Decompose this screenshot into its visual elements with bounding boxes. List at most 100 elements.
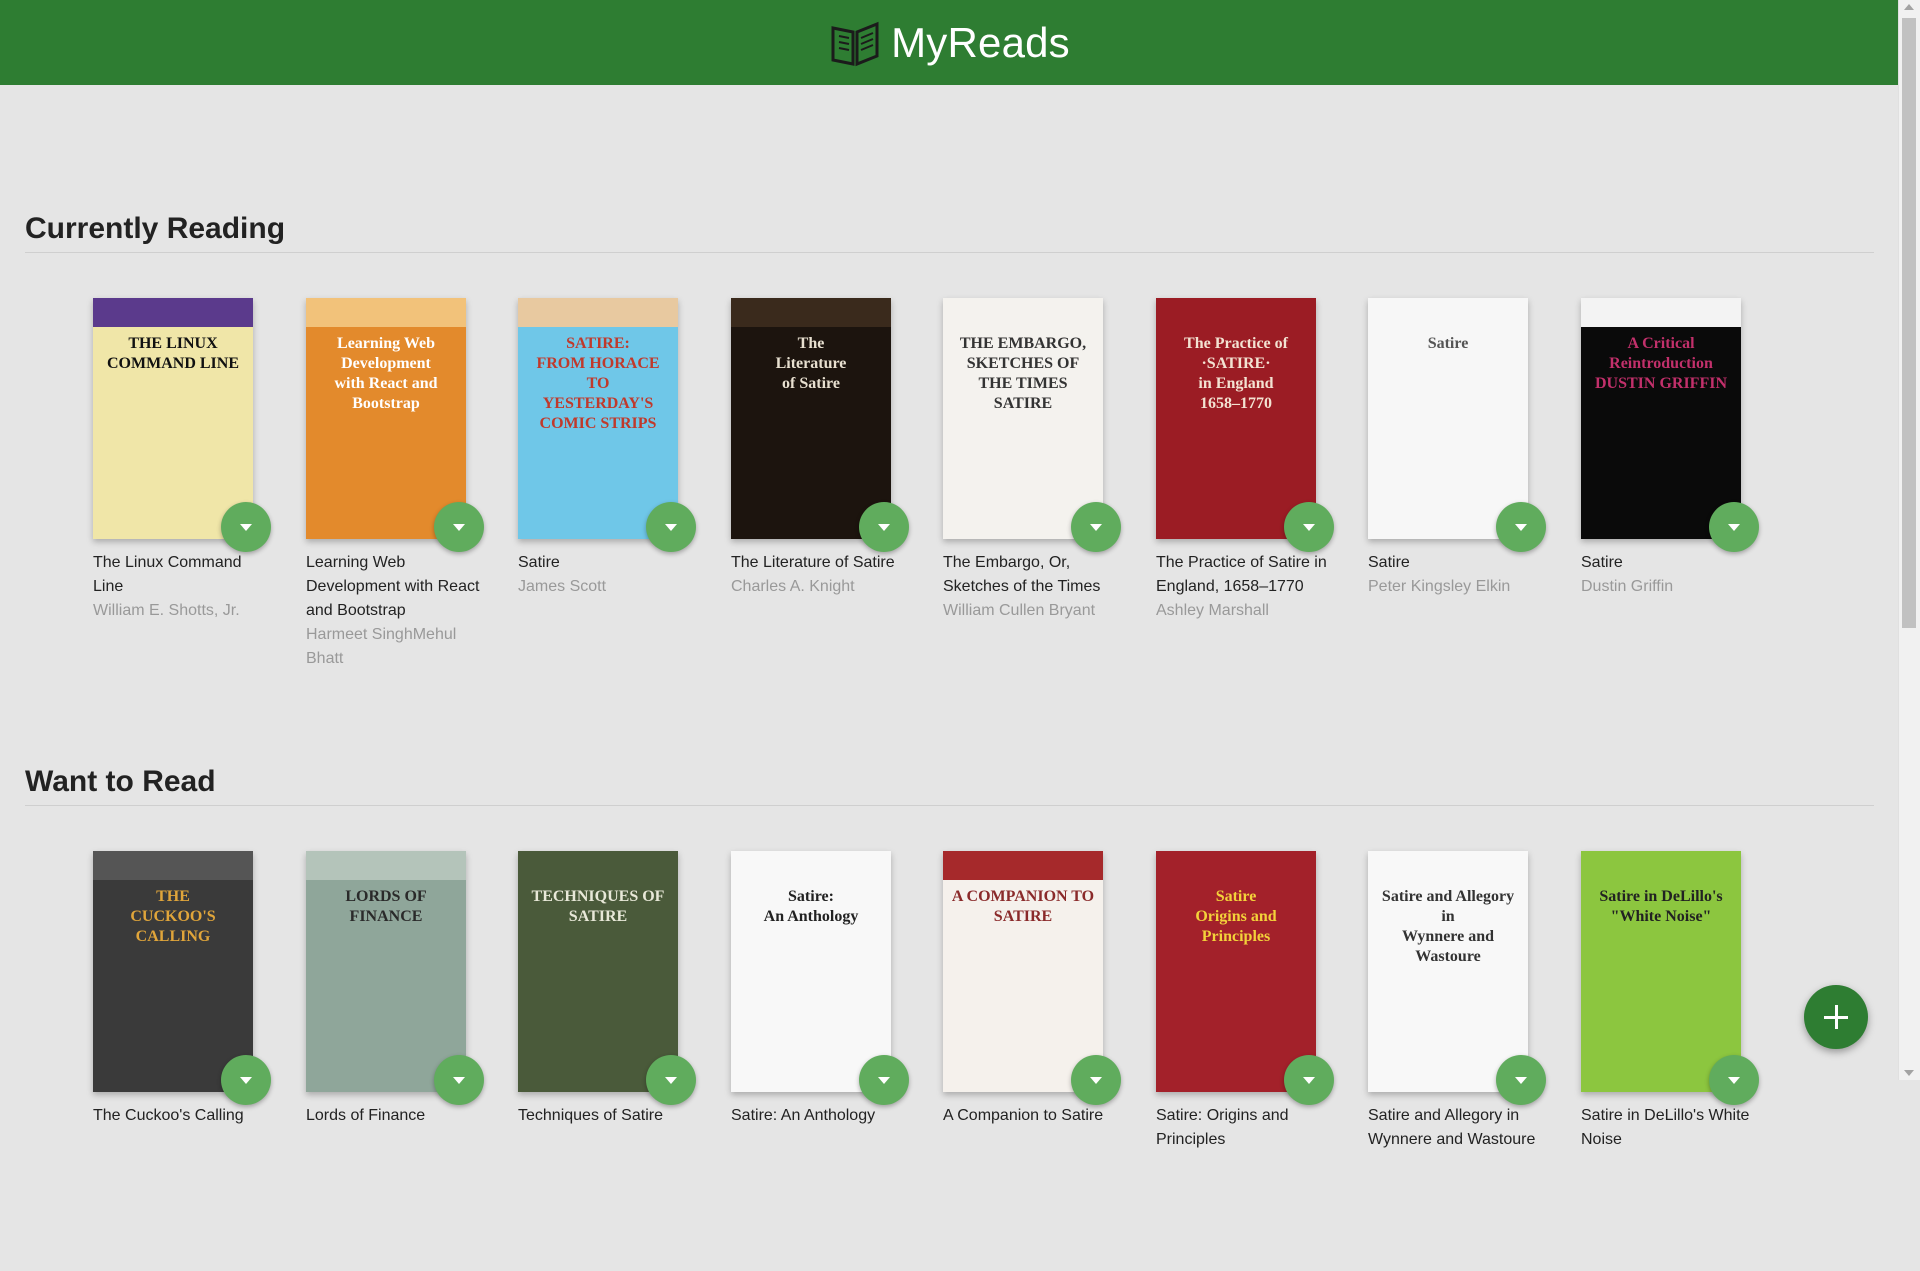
cover-text-line: SATIRE xyxy=(568,908,628,925)
book-title: Satire in DeLillo's White Noise xyxy=(1581,1107,1750,1148)
cover-text-line: TECHNIQUES OF xyxy=(531,888,665,905)
book-cover[interactable]: Satire Origins and Principles xyxy=(1156,851,1316,1092)
cover-text-line: ·SATIRE· xyxy=(1201,355,1271,372)
cover-text-line: Reintroduction xyxy=(1609,355,1713,372)
shelf-changer-button[interactable] xyxy=(1496,1055,1546,1105)
cover-title-text: Satire xyxy=(1368,334,1528,354)
cover-title-text: The Literature of Satire xyxy=(731,334,891,394)
book-cover[interactable]: Satire xyxy=(1368,298,1528,539)
cover-text-line: COMMAND LINE xyxy=(107,355,239,372)
cover-title-text: TECHNIQUES OF SATIRE xyxy=(518,887,678,927)
cover-title-text: Satire in DeLillo's "White Noise" xyxy=(1581,887,1741,927)
book-cover[interactable]: The Practice of ·SATIRE· in England 1658–17… xyxy=(1156,298,1316,539)
book-card: LORDS OF FINANCE Lords of Finance xyxy=(306,851,496,1128)
scrollbar-thumb[interactable] xyxy=(1902,18,1916,628)
cover-text-line: SKETCHES OF THE TIMES xyxy=(966,355,1080,392)
cover-text-line: Literature xyxy=(775,355,847,372)
cover-text-line: The xyxy=(797,335,825,352)
shelf-changer-button[interactable] xyxy=(221,502,271,552)
cover-text-line: FROM HORACE TO xyxy=(536,355,660,392)
book-card: Satire in DeLillo's "White Noise" Satire … xyxy=(1581,851,1771,1152)
book-card: Satire Origins and Principles Satire: Orig… xyxy=(1156,851,1346,1152)
shelf-changer-button[interactable] xyxy=(646,502,696,552)
book-card: Satire and Allegory in Wynnere and Wastou… xyxy=(1368,851,1558,1152)
cover-text-line: THE LINUX xyxy=(128,335,218,352)
cover-title-text: Satire Origins and Principles xyxy=(1156,887,1316,947)
book-card: SATIRE: FROM HORACE TO YESTERDAY'S COMIC ST… xyxy=(518,298,708,599)
cover-text-line: Satire: xyxy=(788,888,834,905)
cover-text-line: A COMPANION TO xyxy=(951,888,1095,905)
book-cover[interactable]: The Literature of Satire xyxy=(731,298,891,539)
book-card: Satire: An Anthology Satire: An Anthology xyxy=(731,851,921,1128)
book-cover[interactable]: Learning Web Development with React and B… xyxy=(306,298,466,539)
book-title: A Companion to Satire xyxy=(943,1107,1104,1124)
book-cover[interactable]: Satire: An Anthology xyxy=(731,851,891,1092)
app-title: MyReads xyxy=(891,19,1070,66)
book-cover[interactable]: THE EMBARGO, SKETCHES OF THE TIMES SATIRE xyxy=(943,298,1103,539)
app-header: MyReads xyxy=(0,0,1899,85)
cover-text-line: 1658–1770 xyxy=(1200,395,1272,412)
book-cover[interactable]: SATIRE: FROM HORACE TO YESTERDAY'S COMIC ST… xyxy=(518,298,678,539)
shelf-changer-button[interactable] xyxy=(1709,1055,1759,1105)
cover-title-text: SATIRE: FROM HORACE TO YESTERDAY'S COMIC ST… xyxy=(518,334,678,434)
cover-title-text: THE CUCKOO'S CALLING xyxy=(93,887,253,947)
cover-title-text: THE LINUX COMMAND LINE xyxy=(93,334,253,374)
cover-text-line: Satire xyxy=(1427,335,1469,352)
book-card: THE CUCKOO'S CALLING The Cuckoo's Calling xyxy=(93,851,283,1128)
book-grid: THE LINUX COMMAND LINE The Linux Command L… xyxy=(25,298,1874,718)
book-title: Satire and Allegory in Wynnere and Wasto… xyxy=(1368,1107,1536,1148)
book-card: THE EMBARGO, SKETCHES OF THE TIMES SATIRE T… xyxy=(943,298,1133,623)
book-authors: Dustin Griffin xyxy=(1581,578,1674,595)
cover-text-line: SATIRE xyxy=(993,395,1053,412)
book-cover[interactable]: THE CUCKOO'S CALLING xyxy=(93,851,253,1092)
shelf-changer-button[interactable] xyxy=(859,1055,909,1105)
book-cover[interactable]: THE LINUX COMMAND LINE xyxy=(93,298,253,539)
shelf-changer-button[interactable] xyxy=(859,502,909,552)
book-cover[interactable]: A COMPANION TO SATIRE xyxy=(943,851,1103,1092)
cover-text-line: THE xyxy=(156,888,190,905)
shelf-changer-button[interactable] xyxy=(1284,1055,1334,1105)
book-cover[interactable]: A Critical Reintroduction DUSTIN GRIFFIN xyxy=(1581,298,1741,539)
shelf-changer-button[interactable] xyxy=(646,1055,696,1105)
shelf-changer-button[interactable] xyxy=(1071,502,1121,552)
book-card: Satire Satire Peter Kingsley Elkin xyxy=(1368,298,1558,599)
shelf-changer-button[interactable] xyxy=(434,502,484,552)
cover-text-line: Learning Web Development xyxy=(337,335,435,372)
cover-title-text: Learning Web Development with React and B… xyxy=(306,334,466,414)
book-cover[interactable]: LORDS OF FINANCE xyxy=(306,851,466,1092)
cover-title-text: The Practice of ·SATIRE· in England 1658–17… xyxy=(1156,334,1316,414)
book-authors: Harmeet SinghMehul Bhatt xyxy=(306,626,457,667)
book-card: The Practice of ·SATIRE· in England 1658–17… xyxy=(1156,298,1346,623)
cover-text-line: CUCKOO'S xyxy=(130,908,216,925)
cover-text-line: Satire and Allegory in xyxy=(1381,888,1515,925)
book-cover[interactable]: Satire and Allegory in Wynnere and Wastou… xyxy=(1368,851,1528,1092)
cover-text-line: Satire in DeLillo's "White Noise" xyxy=(1599,888,1723,925)
cover-text-line: A Critical xyxy=(1627,335,1695,352)
shelf-want-to-read: Want to Read THE CUCKOO'S CALLING The Cucko… xyxy=(25,765,1874,1271)
add-book-button[interactable] xyxy=(1804,985,1868,1049)
shelf-changer-button[interactable] xyxy=(221,1055,271,1105)
shelf-changer-button[interactable] xyxy=(434,1055,484,1105)
book-title: The Practice of Satire in England, 1658–… xyxy=(1156,554,1327,595)
book-cover[interactable]: TECHNIQUES OF SATIRE xyxy=(518,851,678,1092)
cover-text-line: SATIRE: xyxy=(566,335,630,352)
book-title: Lords of Finance xyxy=(306,1107,426,1124)
book-title: Techniques of Satire xyxy=(518,1107,663,1124)
book-authors: James Scott xyxy=(518,578,607,595)
shelf-changer-button[interactable] xyxy=(1709,502,1759,552)
book-title: The Literature of Satire xyxy=(731,554,895,571)
book-card: Learning Web Development with React and B… xyxy=(306,298,496,671)
scroll-down-arrow-icon[interactable] xyxy=(1904,1070,1914,1076)
scroll-up-arrow-icon[interactable] xyxy=(1904,4,1914,10)
book-title: The Cuckoo's Calling xyxy=(93,1107,244,1124)
book-grid: THE CUCKOO'S CALLING The Cuckoo's Calling LO… xyxy=(25,851,1874,1271)
shelf-changer-button[interactable] xyxy=(1496,502,1546,552)
book-cover[interactable]: Satire in DeLillo's "White Noise" xyxy=(1581,851,1741,1092)
book-card: TECHNIQUES OF SATIRE Techniques of Satire xyxy=(518,851,708,1128)
shelf-title: Want to Read xyxy=(25,765,1874,806)
cover-text-line: in England xyxy=(1198,375,1274,392)
cover-text-line: THE EMBARGO, xyxy=(959,335,1087,352)
shelf-changer-button[interactable] xyxy=(1284,502,1334,552)
page-scrollbar[interactable] xyxy=(1898,0,1920,1080)
shelf-changer-button[interactable] xyxy=(1071,1055,1121,1105)
